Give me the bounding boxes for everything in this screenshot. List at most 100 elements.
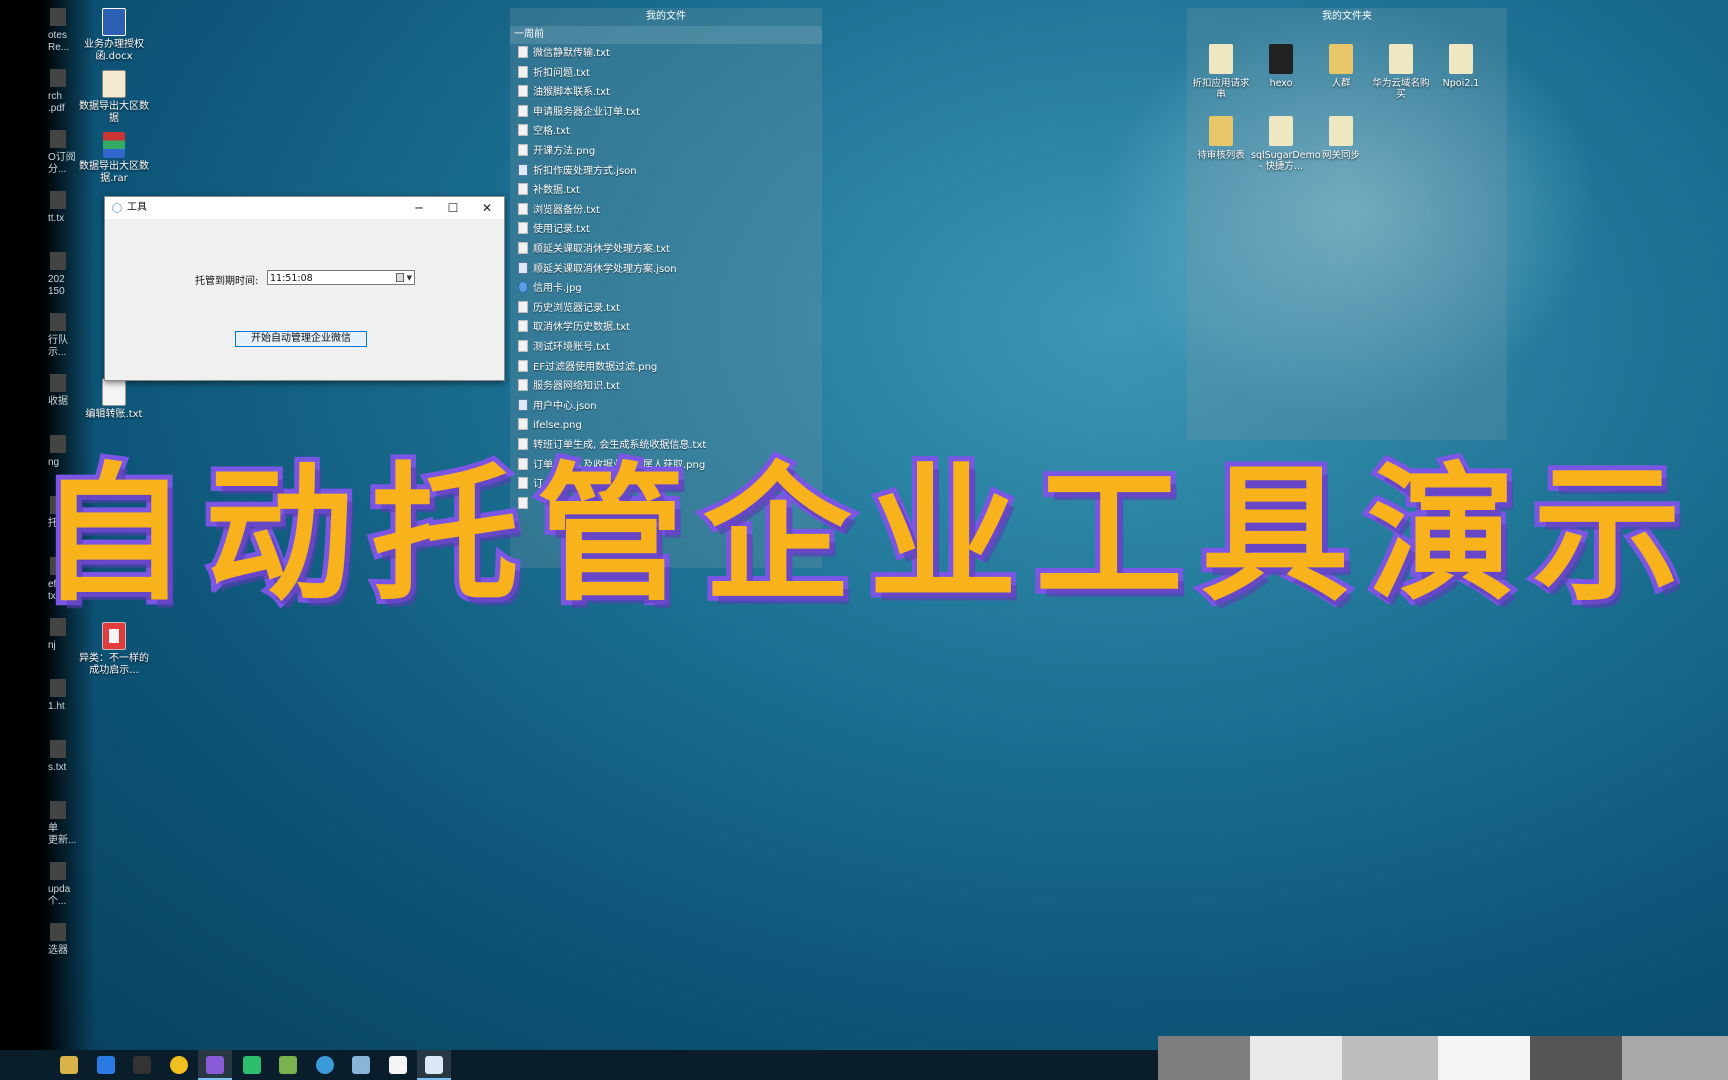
- partial-desktop-icon[interactable]: [50, 679, 66, 697]
- fence-group-header[interactable]: 一周前: [510, 26, 822, 44]
- typora-icon[interactable]: [388, 1056, 407, 1074]
- git-icon[interactable]: [60, 1056, 78, 1074]
- file-name: 申请服务器企业订单.txt: [533, 106, 640, 118]
- partial-desktop-label: 202 150: [48, 274, 65, 297]
- file-item[interactable]: 开课方法.png: [518, 144, 595, 160]
- search-tool-icon[interactable]: [315, 1056, 334, 1074]
- file-name: 油猴脚本联系.txt: [533, 87, 610, 99]
- partial-desktop-icon[interactable]: [50, 8, 66, 26]
- desktop-icon-docx[interactable]: 业务办理授权函.docx: [75, 8, 153, 63]
- partial-desktop-icon[interactable]: [50, 191, 66, 209]
- partial-desktop-icon[interactable]: [50, 801, 66, 819]
- folder-icon: [1209, 116, 1233, 146]
- preview-tile: [1158, 1036, 1250, 1080]
- window-title: 工具: [127, 202, 147, 213]
- folder-icon: [1449, 44, 1473, 74]
- datagrip-icon[interactable]: [242, 1056, 261, 1074]
- file-item[interactable]: 顺延关课取消休学处理方案.txt: [518, 242, 670, 258]
- file-item[interactable]: EF过滤器使用数据过滤.png: [518, 359, 658, 376]
- visual-studio-icon[interactable]: [206, 1056, 224, 1074]
- notepad-plus-icon[interactable]: [279, 1056, 297, 1074]
- partial-desktop-icon[interactable]: [50, 374, 66, 392]
- partial-desktop-icon[interactable]: [50, 69, 66, 87]
- minimize-button[interactable]: ─: [402, 197, 436, 219]
- partial-desktop-icon[interactable]: [50, 740, 66, 758]
- file-item[interactable]: 信用卡.jpg: [518, 281, 582, 297]
- chrome-icon[interactable]: [169, 1056, 188, 1074]
- file-item[interactable]: 空格.txt: [518, 124, 570, 140]
- partial-desktop-label: upda 个...: [48, 884, 71, 907]
- desktop-icon-rar[interactable]: 数据导出大区数据.rar: [75, 132, 153, 185]
- partial-desktop-label: s.txt: [48, 762, 67, 773]
- folder-item[interactable]: 网关同步: [1311, 116, 1371, 161]
- json-file-icon: [518, 261, 528, 274]
- txt-file-icon: [518, 300, 528, 313]
- file-item[interactable]: 顺延关课取消休学处理方案.json: [518, 261, 677, 278]
- desktop-icon-txt[interactable]: 编辑转账.txt: [75, 378, 153, 421]
- folder-item[interactable]: 华为云域名购买: [1371, 44, 1431, 100]
- title-bar[interactable]: 工具 ─ ☐ ✕: [105, 197, 504, 219]
- shortcut-icon: [1269, 116, 1293, 146]
- pdf-icon: [102, 622, 126, 650]
- expire-time-picker[interactable]: 11:51:08 ▼: [267, 270, 415, 285]
- partial-desktop-icon[interactable]: [50, 923, 66, 941]
- desktop-icon-label: 编辑转账.txt: [85, 409, 143, 420]
- file-item[interactable]: 折扣作废处理方式.json: [518, 163, 637, 180]
- file-name: 信用卡.jpg: [533, 283, 582, 295]
- text-file-icon: [102, 378, 126, 406]
- file-name: 服务器网络知识.txt: [533, 381, 620, 393]
- tool-window-icon[interactable]: [425, 1056, 443, 1074]
- file-item[interactable]: 使用记录.txt: [518, 222, 590, 238]
- close-button[interactable]: ✕: [470, 197, 504, 219]
- folder-item[interactable]: hexo: [1251, 44, 1311, 89]
- file-item[interactable]: 用户中心.json: [518, 398, 597, 415]
- file-item[interactable]: ifelse.png: [518, 418, 582, 434]
- expire-time-label: 托管到期时间:: [195, 276, 259, 287]
- folder-label: 人群: [1331, 78, 1351, 89]
- file-name: 取消休学历史数据.txt: [533, 322, 630, 334]
- folder-item[interactable]: Npoi2.1: [1431, 44, 1491, 89]
- partial-desktop-icon[interactable]: [50, 313, 66, 331]
- txt-file-icon: [518, 379, 528, 392]
- start-auto-manage-button[interactable]: 开始自动管理企业微信: [235, 331, 367, 347]
- file-name: 历史浏览器记录.txt: [533, 302, 620, 314]
- file-name: 补数据.txt: [533, 185, 580, 197]
- folder-item[interactable]: 折扣应用请求串: [1191, 44, 1251, 100]
- file-item[interactable]: 浏览器备份.txt: [518, 202, 600, 219]
- partial-desktop-icon[interactable]: [50, 252, 66, 270]
- desktop-icon-zip[interactable]: 数据导出大区数据: [75, 70, 153, 125]
- file-item[interactable]: 取消休学历史数据.txt: [518, 320, 630, 336]
- archive-file-icon: [102, 70, 126, 98]
- partial-desktop-icon[interactable]: [50, 130, 66, 148]
- pen-icon[interactable]: [352, 1056, 370, 1074]
- txt-file-icon: [518, 46, 528, 58]
- partial-desktop-icon[interactable]: [50, 862, 66, 880]
- file-item[interactable]: 测试环境账号.txt: [518, 340, 610, 356]
- desktop-icon-pdf[interactable]: 异类：不一样的成功启示...: [75, 622, 153, 677]
- preview-tile: [1530, 1036, 1622, 1080]
- folder-item[interactable]: sqlSugarDemo - 快捷方...: [1251, 116, 1321, 172]
- file-item[interactable]: 历史浏览器记录.txt: [518, 300, 620, 317]
- shortcut-icon: [1329, 116, 1353, 146]
- txt-file-icon: [518, 85, 528, 98]
- folder-item[interactable]: 人群: [1311, 44, 1371, 89]
- partial-desktop-label: 1.ht: [48, 701, 65, 712]
- file-name: 用户中心.json: [533, 400, 597, 412]
- file-name: 折扣作废处理方式.json: [533, 165, 637, 177]
- file-name: 浏览器备份.txt: [533, 204, 600, 216]
- calendar-icon[interactable]: [396, 273, 404, 282]
- folder-item[interactable]: 待审核列表: [1191, 116, 1251, 161]
- file-name: EF过滤器使用数据过滤.png: [533, 361, 658, 373]
- folder-icon: [1209, 44, 1233, 74]
- file-item[interactable]: 油猴脚本联系.txt: [518, 85, 610, 101]
- todo-icon[interactable]: [96, 1056, 115, 1074]
- chevron-down-icon[interactable]: ▼: [407, 271, 412, 286]
- maximize-button[interactable]: ☐: [436, 197, 470, 219]
- file-item[interactable]: 申请服务器企业订单.txt: [518, 104, 640, 121]
- file-item[interactable]: 折扣问题.txt: [518, 65, 590, 82]
- file-item[interactable]: 微信静默传输.txt: [518, 46, 610, 62]
- folder-label: 折扣应用请求串: [1192, 78, 1250, 100]
- file-item[interactable]: 服务器网络知识.txt: [518, 379, 620, 395]
- file-item[interactable]: 补数据.txt: [518, 183, 580, 199]
- terminal-icon[interactable]: [133, 1056, 151, 1074]
